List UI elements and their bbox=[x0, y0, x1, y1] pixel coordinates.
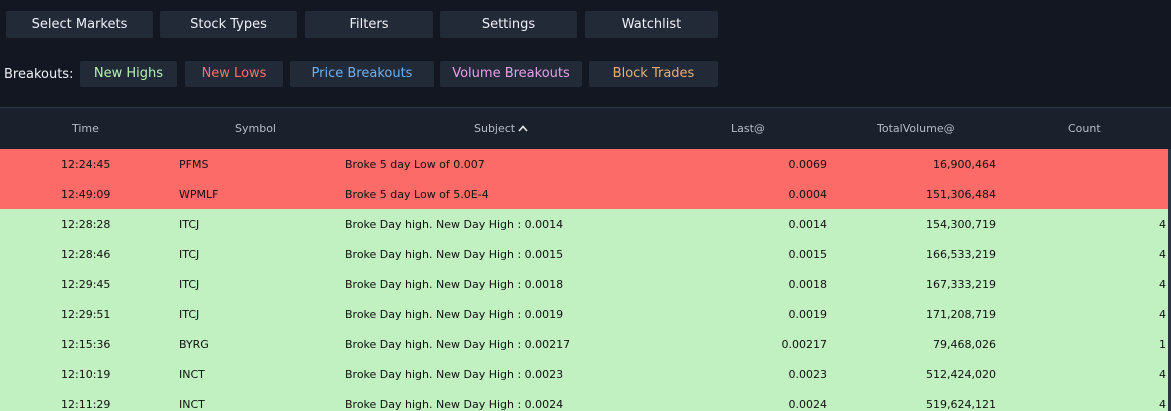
cell-symbol: INCT bbox=[179, 398, 205, 411]
cell-count: 4 bbox=[1159, 308, 1166, 321]
watchlist-button[interactable]: Watchlist bbox=[585, 11, 718, 38]
cell-subject: Broke Day high. New Day High : 0.0023 bbox=[345, 368, 564, 381]
cell-count: 4 bbox=[1159, 278, 1166, 291]
cell-total-volume: 171,208,719 bbox=[926, 308, 996, 321]
cell-total-volume: 154,300,719 bbox=[926, 218, 996, 231]
cell-time: 12:11:29 bbox=[61, 398, 111, 411]
cell-subject: Broke Day high. New Day High : 0.0014 bbox=[345, 218, 564, 231]
cell-subject: Broke 5 day Low of 0.007 bbox=[345, 158, 485, 171]
top-toolbar: Select Markets Stock Types Filters Setti… bbox=[0, 0, 1171, 48]
table-row[interactable]: 12:49:09 WPMLF Broke 5 day Low of 5.0E-4… bbox=[0, 179, 1168, 209]
cell-symbol: PFMS bbox=[179, 158, 209, 171]
breakouts-label: Breakouts: bbox=[4, 67, 74, 82]
volume-breakouts-button[interactable]: Volume Breakouts bbox=[440, 61, 582, 87]
cell-subject: Broke Day high. New Day High : 0.00217 bbox=[345, 338, 571, 351]
filters-button[interactable]: Filters bbox=[305, 11, 433, 38]
cell-last: 0.0004 bbox=[788, 188, 828, 201]
cell-symbol: WPMLF bbox=[179, 188, 219, 201]
cell-total-volume: 151,306,484 bbox=[926, 188, 996, 201]
cell-time: 12:28:28 bbox=[61, 218, 111, 231]
cell-symbol: ITCJ bbox=[179, 308, 200, 321]
cell-count: 1 bbox=[1159, 338, 1166, 351]
cell-subject: Broke Day high. New Day High : 0.0018 bbox=[345, 278, 564, 291]
cell-subject: Broke 5 day Low of 5.0E-4 bbox=[345, 188, 489, 201]
cell-time: 12:24:45 bbox=[61, 158, 111, 171]
price-breakouts-button[interactable]: Price Breakouts bbox=[290, 61, 434, 87]
column-header-last[interactable]: Last@ bbox=[731, 122, 765, 135]
table-row[interactable]: 12:29:51 ITCJ Broke Day high. New Day Hi… bbox=[0, 299, 1168, 329]
cell-total-volume: 166,533,219 bbox=[926, 248, 996, 261]
table-row[interactable]: 12:24:45 PFMS Broke 5 day Low of 0.007 0… bbox=[0, 149, 1168, 179]
column-header-time[interactable]: Time bbox=[72, 122, 99, 135]
cell-total-volume: 79,468,026 bbox=[933, 338, 996, 351]
column-header-symbol[interactable]: Symbol bbox=[235, 122, 276, 135]
settings-button[interactable]: Settings bbox=[440, 11, 577, 38]
sort-ascending-icon bbox=[518, 122, 528, 135]
cell-subject: Broke Day high. New Day High : 0.0015 bbox=[345, 248, 564, 261]
cell-time: 12:10:19 bbox=[61, 368, 111, 381]
breakouts-table: Time Symbol Subject Last@ TotalVolume@ C… bbox=[0, 107, 1171, 411]
cell-last: 0.0014 bbox=[788, 218, 828, 231]
table-row[interactable]: 12:29:45 ITCJ Broke Day high. New Day Hi… bbox=[0, 269, 1168, 299]
cell-symbol: ITCJ bbox=[179, 218, 200, 231]
column-header-subject[interactable]: Subject bbox=[474, 122, 528, 135]
cell-last: 0.0023 bbox=[788, 368, 828, 381]
cell-time: 12:29:45 bbox=[61, 278, 111, 291]
table-row[interactable]: 12:10:19 INCT Broke Day high. New Day Hi… bbox=[0, 359, 1168, 389]
cell-last: 0.00217 bbox=[781, 338, 828, 351]
cell-last: 0.0015 bbox=[788, 248, 828, 261]
cell-subject: Broke Day high. New Day High : 0.0019 bbox=[345, 308, 564, 321]
cell-count: 4 bbox=[1159, 398, 1166, 411]
cell-symbol: ITCJ bbox=[179, 248, 200, 261]
table-row[interactable]: 12:28:28 ITCJ Broke Day high. New Day Hi… bbox=[0, 209, 1168, 239]
cell-last: 0.0069 bbox=[788, 158, 828, 171]
table-header: Time Symbol Subject Last@ TotalVolume@ C… bbox=[0, 108, 1171, 149]
cell-total-volume: 519,624,121 bbox=[926, 398, 996, 411]
block-trades-button[interactable]: Block Trades bbox=[589, 61, 718, 87]
cell-last: 0.0018 bbox=[788, 278, 828, 291]
cell-symbol: ITCJ bbox=[179, 278, 200, 291]
cell-count: 4 bbox=[1159, 218, 1166, 231]
column-header-total-volume[interactable]: TotalVolume@ bbox=[877, 122, 955, 135]
breakout-filter-bar: Breakouts: New Highs New Lows Price Brea… bbox=[0, 58, 1171, 90]
table-row[interactable]: 12:28:46 ITCJ Broke Day high. New Day Hi… bbox=[0, 239, 1168, 269]
cell-symbol: INCT bbox=[179, 368, 205, 381]
cell-total-volume: 512,424,020 bbox=[926, 368, 996, 381]
cell-symbol: BYRG bbox=[179, 338, 209, 351]
new-highs-button[interactable]: New Highs bbox=[80, 61, 177, 87]
table-row[interactable]: 12:15:36 BYRG Broke Day high. New Day Hi… bbox=[0, 329, 1168, 359]
cell-time: 12:49:09 bbox=[61, 188, 111, 201]
cell-last: 0.0024 bbox=[788, 398, 828, 411]
cell-subject: Broke Day high. New Day High : 0.0024 bbox=[345, 398, 564, 411]
column-header-subject-label: Subject bbox=[474, 122, 516, 135]
cell-last: 0.0019 bbox=[788, 308, 828, 321]
cell-time: 12:29:51 bbox=[61, 308, 111, 321]
cell-time: 12:15:36 bbox=[61, 338, 111, 351]
cell-total-volume: 16,900,464 bbox=[933, 158, 996, 171]
cell-count: 4 bbox=[1159, 368, 1166, 381]
new-lows-button[interactable]: New Lows bbox=[185, 61, 283, 87]
cell-count: 4 bbox=[1159, 248, 1166, 261]
cell-total-volume: 167,333,219 bbox=[926, 278, 996, 291]
column-header-count[interactable]: Count bbox=[1068, 122, 1101, 135]
cell-time: 12:28:46 bbox=[61, 248, 111, 261]
select-markets-button[interactable]: Select Markets bbox=[6, 11, 153, 38]
stock-types-button[interactable]: Stock Types bbox=[160, 11, 297, 38]
table-row[interactable]: 12:11:29 INCT Broke Day high. New Day Hi… bbox=[0, 389, 1168, 411]
